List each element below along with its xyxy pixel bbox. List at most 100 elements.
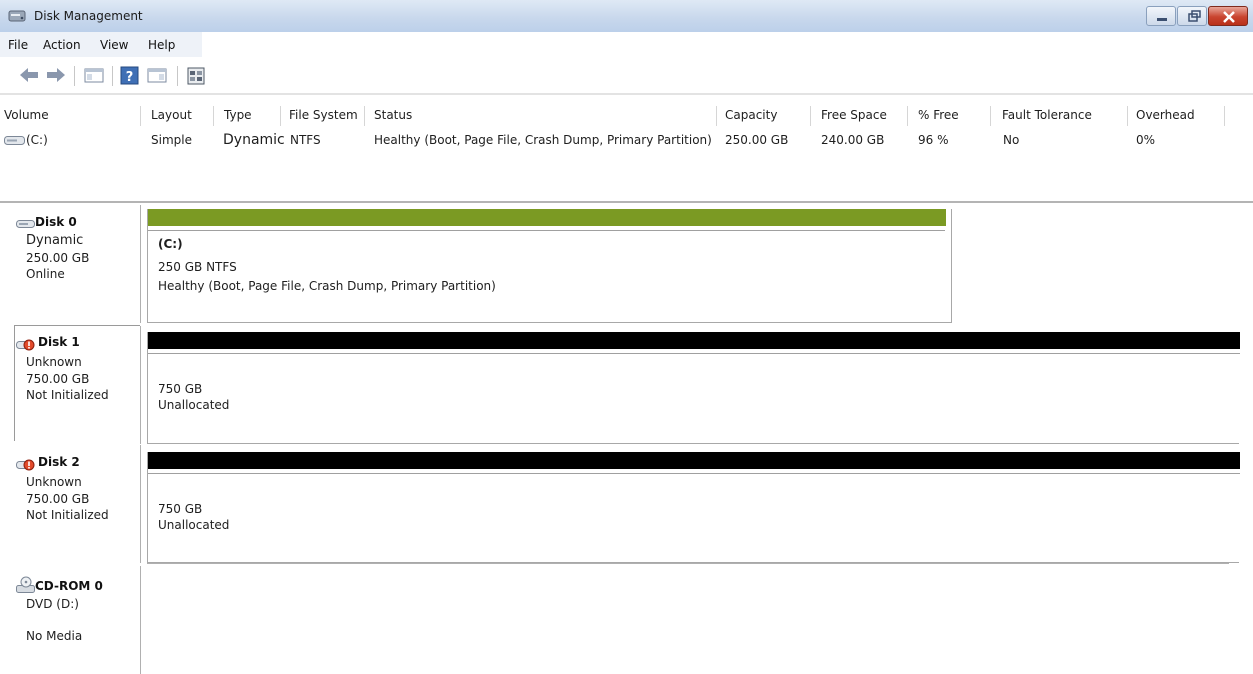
disk-2-info[interactable]: Disk 2 Unknown 750.00 GB Not Initialized [16,455,140,555]
disk-warning-icon [16,458,38,475]
close-button[interactable] [1208,6,1248,26]
help-icon[interactable]: ? [120,66,140,89]
svg-text:?: ? [126,70,134,85]
properties-icon[interactable] [186,66,206,89]
disk-1-type: Unknown [26,355,82,369]
show-hide-console-tree-icon[interactable] [83,66,105,87]
panel-divider [140,205,141,323]
volume-percent-free: 96 % [918,133,949,147]
partition-state: Unallocated [158,518,230,532]
column-divider[interactable] [213,106,214,126]
column-header-fault-tolerance[interactable]: Fault Tolerance [1002,108,1092,122]
menu-file[interactable]: File [8,38,28,52]
panel-border [14,325,140,326]
panel-border [14,325,15,441]
partition-size: 750 GB [158,502,203,516]
column-divider[interactable] [716,106,717,126]
menu-action[interactable]: Action [43,38,81,52]
panel-divider [140,445,141,563]
minimize-button[interactable] [1146,6,1176,26]
cd-drive-icon [16,576,36,597]
column-header-free-space[interactable]: Free Space [821,108,887,122]
column-header-capacity[interactable]: Capacity [725,108,777,122]
volume-file-system: NTFS [290,133,321,147]
disk-1-status: Not Initialized [26,388,109,402]
forward-arrow-icon[interactable] [45,66,67,87]
toolbar: ? [0,57,1253,95]
column-divider[interactable] [1127,106,1128,126]
volume-status: Healthy (Boot, Page File, Crash Dump, Pr… [374,133,712,147]
disk-2-status: Not Initialized [26,508,109,522]
disk-1-unallocated[interactable]: 750 GB Unallocated [147,332,1240,444]
cdrom-0-status: No Media [26,629,83,643]
partition-size-fs: 250 GB NTFS [158,260,237,274]
column-header-volume[interactable]: Volume [4,108,49,122]
disk-0-partition-c[interactable]: (C:) 250 GB NTFS Healthy (Boot, Page Fil… [147,209,952,323]
show-hide-action-pane-icon[interactable] [146,66,168,87]
disk-0-status: Online [26,267,65,281]
window-title: Disk Management [34,9,143,23]
partition-status: Healthy (Boot, Page File, Crash Dump, Pr… [158,279,496,293]
volume-free-space: 240.00 GB [821,133,885,147]
restore-button[interactable] [1177,6,1207,26]
cdrom-0-type: DVD (D:) [26,597,79,611]
column-divider[interactable] [1224,106,1225,126]
back-arrow-icon[interactable] [18,66,40,87]
partition-state: Unallocated [158,398,230,412]
disk-0-type: Dynamic [26,233,84,248]
disk-2-name: Disk 2 [38,455,80,469]
pane-splitter[interactable] [0,201,1253,203]
disk-2-size: 750.00 GB [26,492,90,506]
title-bar: Disk Management [0,0,1253,32]
partition-bar-underline [148,230,945,231]
volume-layout: Simple [151,133,192,147]
disk-0-size: 250.00 GB [26,251,90,265]
column-header-layout[interactable]: Layout [151,108,192,122]
disk-warning-icon [16,338,38,355]
partition-bar-unallocated [148,452,1240,469]
partition-bar-primary [148,209,946,226]
column-divider[interactable] [907,106,908,126]
column-header-file-system[interactable]: File System [289,108,358,122]
column-divider[interactable] [280,106,281,126]
disk-0-info[interactable]: Disk 0 Dynamic 250.00 GB Online [16,215,140,315]
partition-bar-unallocated [148,332,1240,349]
disk-1-name: Disk 1 [38,335,80,349]
cdrom-0-info[interactable]: CD-ROM 0 DVD (D:) No Media [16,576,140,666]
column-divider[interactable] [140,106,141,126]
panel-divider [140,566,141,674]
volume-overhead: 0% [1136,133,1156,147]
volume-type: Dynamic [223,132,285,148]
volume-list-header: Volume Layout Type File System Status Ca… [0,100,1253,128]
volume-drive-icon [4,135,26,149]
disk-2-type: Unknown [26,475,82,489]
disk-1-info[interactable]: Disk 1 Unknown 750.00 GB Not Initialized [16,335,140,435]
disk-0-name: Disk 0 [35,215,77,229]
column-divider[interactable] [364,106,365,126]
volume-row[interactable]: (C:) Simple Dynamic NTFS Healthy (Boot, … [0,129,1253,153]
column-header-overhead[interactable]: Overhead [1136,108,1195,122]
column-header-status[interactable]: Status [374,108,412,122]
panel-divider [140,326,141,444]
toolbar-separator [112,66,113,86]
column-header-percent-free[interactable]: % Free [918,108,959,122]
toolbar-separator [177,66,178,86]
cdrom-0-name: CD-ROM 0 [35,579,103,593]
disk-2-unallocated[interactable]: 750 GB Unallocated [147,452,1240,563]
column-divider[interactable] [810,106,811,126]
partition-bar-underline [148,473,1240,474]
disk-icon [16,218,36,232]
menu-bar: File Action View Help [0,32,1253,57]
partition-size: 750 GB [158,382,203,396]
partition-label: (C:) [158,237,183,251]
column-header-type[interactable]: Type [224,108,252,122]
column-divider[interactable] [990,106,991,126]
disk-1-size: 750.00 GB [26,372,90,386]
volume-fault-tolerance: No [1003,133,1020,147]
toolbar-separator [74,66,75,86]
disk-management-icon [8,9,26,23]
menu-help[interactable]: Help [148,38,175,52]
volume-capacity: 250.00 GB [725,133,789,147]
volume-name: (C:) [26,133,48,147]
menu-view[interactable]: View [100,38,128,52]
